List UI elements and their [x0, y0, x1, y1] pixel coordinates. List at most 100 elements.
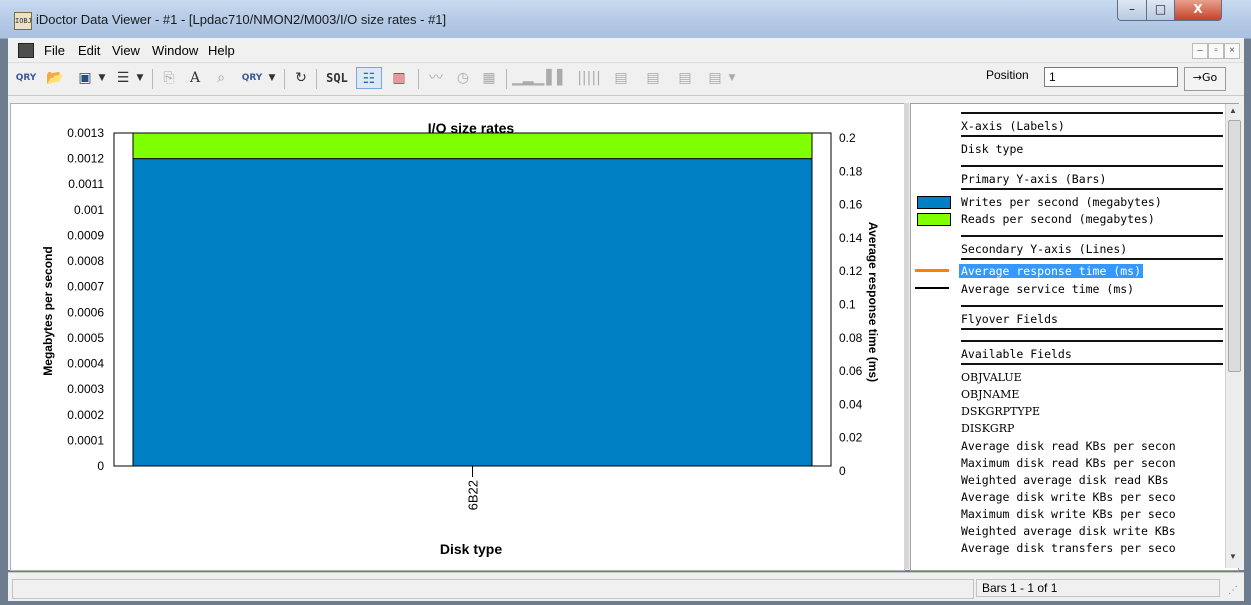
legend-rule	[961, 165, 1223, 167]
legend-rule	[961, 235, 1223, 237]
y-tick-label: 0.0003	[67, 382, 104, 396]
close-button[interactable]: X	[1174, 0, 1222, 21]
document-icon[interactable]	[18, 43, 34, 58]
y-tick-label: 0.0008	[67, 254, 104, 268]
field-item[interactable]: DISKGRP	[961, 422, 1014, 435]
secondary-axis-header: Secondary Y-axis (Lines)	[961, 242, 1128, 256]
reads-swatch	[917, 213, 951, 226]
y-tick-label: 0	[97, 459, 104, 473]
legend-item-reads[interactable]: Reads per second (megabytes)	[961, 212, 1155, 226]
y-tick-label: 0.0005	[67, 331, 104, 345]
legend-item-service-time[interactable]: Average service time (ms)	[961, 282, 1134, 296]
y2-tick-label: 0.04	[839, 397, 863, 411]
legend-rule	[961, 363, 1223, 365]
save-icon[interactable]: ▣	[74, 67, 96, 89]
legend-rule	[961, 258, 1223, 260]
zoom-bars-icon[interactable]: ▁▂▁	[512, 67, 544, 89]
mdi-minimize-button[interactable]: –	[1192, 43, 1208, 59]
menu-view[interactable]: View	[112, 43, 140, 58]
x-axis-ticks: 6B22	[466, 466, 481, 510]
graph-icon-2[interactable]: ▤	[640, 67, 666, 89]
window-title: iDoctor Data Viewer - #1 - [Lpdac710/NMO…	[36, 12, 447, 27]
minimize-button[interactable]: –	[1117, 0, 1147, 21]
graph-icon-4[interactable]: ▤	[704, 67, 726, 89]
field-item[interactable]: Average disk read KBs per secon	[961, 439, 1176, 453]
query-dropdown-icon[interactable]: ▼	[266, 67, 278, 89]
field-item[interactable]: OBJNAME	[961, 388, 1019, 401]
y-tick-label: 0.0012	[67, 152, 104, 166]
graph-dropdown-icon[interactable]: ▼	[726, 67, 738, 89]
graph-icon-3[interactable]: ▤	[672, 67, 698, 89]
status-bar: Bars 1 - 1 of 1 ⋰	[8, 572, 1244, 601]
calendar-icon[interactable]: ▦	[478, 67, 500, 89]
field-item[interactable]: Maximum disk read KBs per secon	[961, 456, 1176, 470]
field-item[interactable]: Weighted average disk read KBs	[961, 473, 1169, 487]
splitter[interactable]	[904, 103, 909, 569]
mdi-restore-button[interactable]: ▫	[1208, 43, 1224, 59]
sql-button[interactable]: SQL	[322, 67, 352, 89]
table-view-icon[interactable]: ☷	[356, 67, 382, 89]
legend-item-response-time[interactable]: Average response time (ms)	[959, 264, 1144, 278]
response-time-line-swatch	[915, 269, 949, 272]
bar-graph-icon[interactable]: ▥	[386, 67, 412, 89]
position-label: Position	[986, 68, 1029, 82]
properties-dropdown-icon[interactable]: ▼	[134, 67, 146, 89]
legend-item-writes[interactable]: Writes per second (megabytes)	[961, 195, 1162, 209]
service-time-line-swatch	[915, 287, 949, 289]
legend-pane: X-axis (Labels) Disk type Primary Y-axis…	[910, 103, 1239, 571]
mdi-close-button[interactable]: ×	[1224, 43, 1240, 59]
save-dropdown-icon[interactable]: ▼	[96, 67, 108, 89]
go-button[interactable]: →Go	[1184, 67, 1226, 91]
y-axis-label: Megabytes per second	[41, 246, 55, 375]
toolbar-separator	[418, 69, 419, 89]
menu-file[interactable]: File	[44, 43, 65, 58]
chart-pane: I/O size rates 0 0.0001 0.0002 0.0003 0.0004…	[10, 103, 905, 571]
clock-icon[interactable]: ◷	[452, 67, 474, 89]
reads-bar[interactable]	[132, 132, 813, 160]
legend-rule	[961, 340, 1223, 342]
y-axis-ticks: 0 0.0001 0.0002 0.0003 0.0004 0.0005 0.0006 0.0…	[67, 126, 104, 473]
menu-window[interactable]: Window	[152, 43, 198, 58]
scroll-up-arrow-icon[interactable]: ▲	[1229, 106, 1237, 115]
y2-tick-label: 0.12	[839, 264, 863, 278]
narrow-bars-icon[interactable]: |||||	[576, 67, 602, 89]
copy-icon[interactable]: ⎘	[158, 67, 180, 89]
available-fields-header: Available Fields	[961, 347, 1072, 361]
scroll-down-arrow-icon[interactable]: ▼	[1229, 552, 1237, 561]
field-item[interactable]: Weighted average disk write KBs	[961, 524, 1176, 538]
field-item[interactable]: Average disk write KBs per seco	[961, 490, 1176, 504]
font-icon[interactable]: A	[184, 67, 206, 89]
scrollbar-thumb[interactable]	[1228, 120, 1241, 372]
y2-tick-label: 0.2	[839, 131, 856, 145]
query2-icon[interactable]: QRY	[240, 67, 264, 89]
find-icon[interactable]: ⌕	[210, 67, 232, 89]
bars[interactable]	[132, 132, 813, 467]
line-graph-icon[interactable]: 〰	[424, 67, 448, 89]
y-tick-label: 0.001	[74, 203, 104, 217]
y-tick-label: 0.0011	[68, 177, 104, 191]
y-tick-label: 0.0006	[67, 305, 104, 319]
field-item[interactable]: Maximum disk write KBs per seco	[961, 507, 1176, 521]
x-axis-value[interactable]: Disk type	[961, 142, 1023, 156]
resize-grip-icon[interactable]: ⋰	[1228, 585, 1238, 596]
y2-tick-label: 0.1	[839, 298, 856, 312]
x-axis-label: Disk type	[440, 541, 502, 557]
graph-icon-1[interactable]: ▤	[608, 67, 634, 89]
chart: I/O size rates 00.00010.00020.00030.0004…	[41, 120, 880, 557]
writes-bar[interactable]	[132, 158, 813, 467]
field-item[interactable]: OBJVALUE	[961, 371, 1022, 384]
menu-help[interactable]: Help	[208, 43, 235, 58]
menu-edit[interactable]: Edit	[78, 43, 100, 58]
properties-icon[interactable]: ☰	[112, 67, 134, 89]
maximize-button[interactable]: □	[1146, 0, 1175, 21]
menu-bar: File Edit View Window Help – ▫ ×	[8, 38, 1244, 63]
open-folder-icon[interactable]: 📂	[44, 67, 66, 89]
field-item[interactable]: Average disk transfers per seco	[961, 541, 1176, 555]
field-item[interactable]: DSKGRPTYPE	[961, 405, 1040, 418]
position-input[interactable]	[1044, 67, 1178, 87]
legend-scrollbar[interactable]: ▲ ▼	[1225, 104, 1242, 568]
refresh-icon[interactable]: ↻	[290, 67, 312, 89]
query-icon[interactable]: QRY	[14, 67, 38, 89]
y2-tick-label: 0.18	[839, 164, 863, 178]
wide-bars-icon[interactable]: ▌▌	[544, 67, 570, 89]
